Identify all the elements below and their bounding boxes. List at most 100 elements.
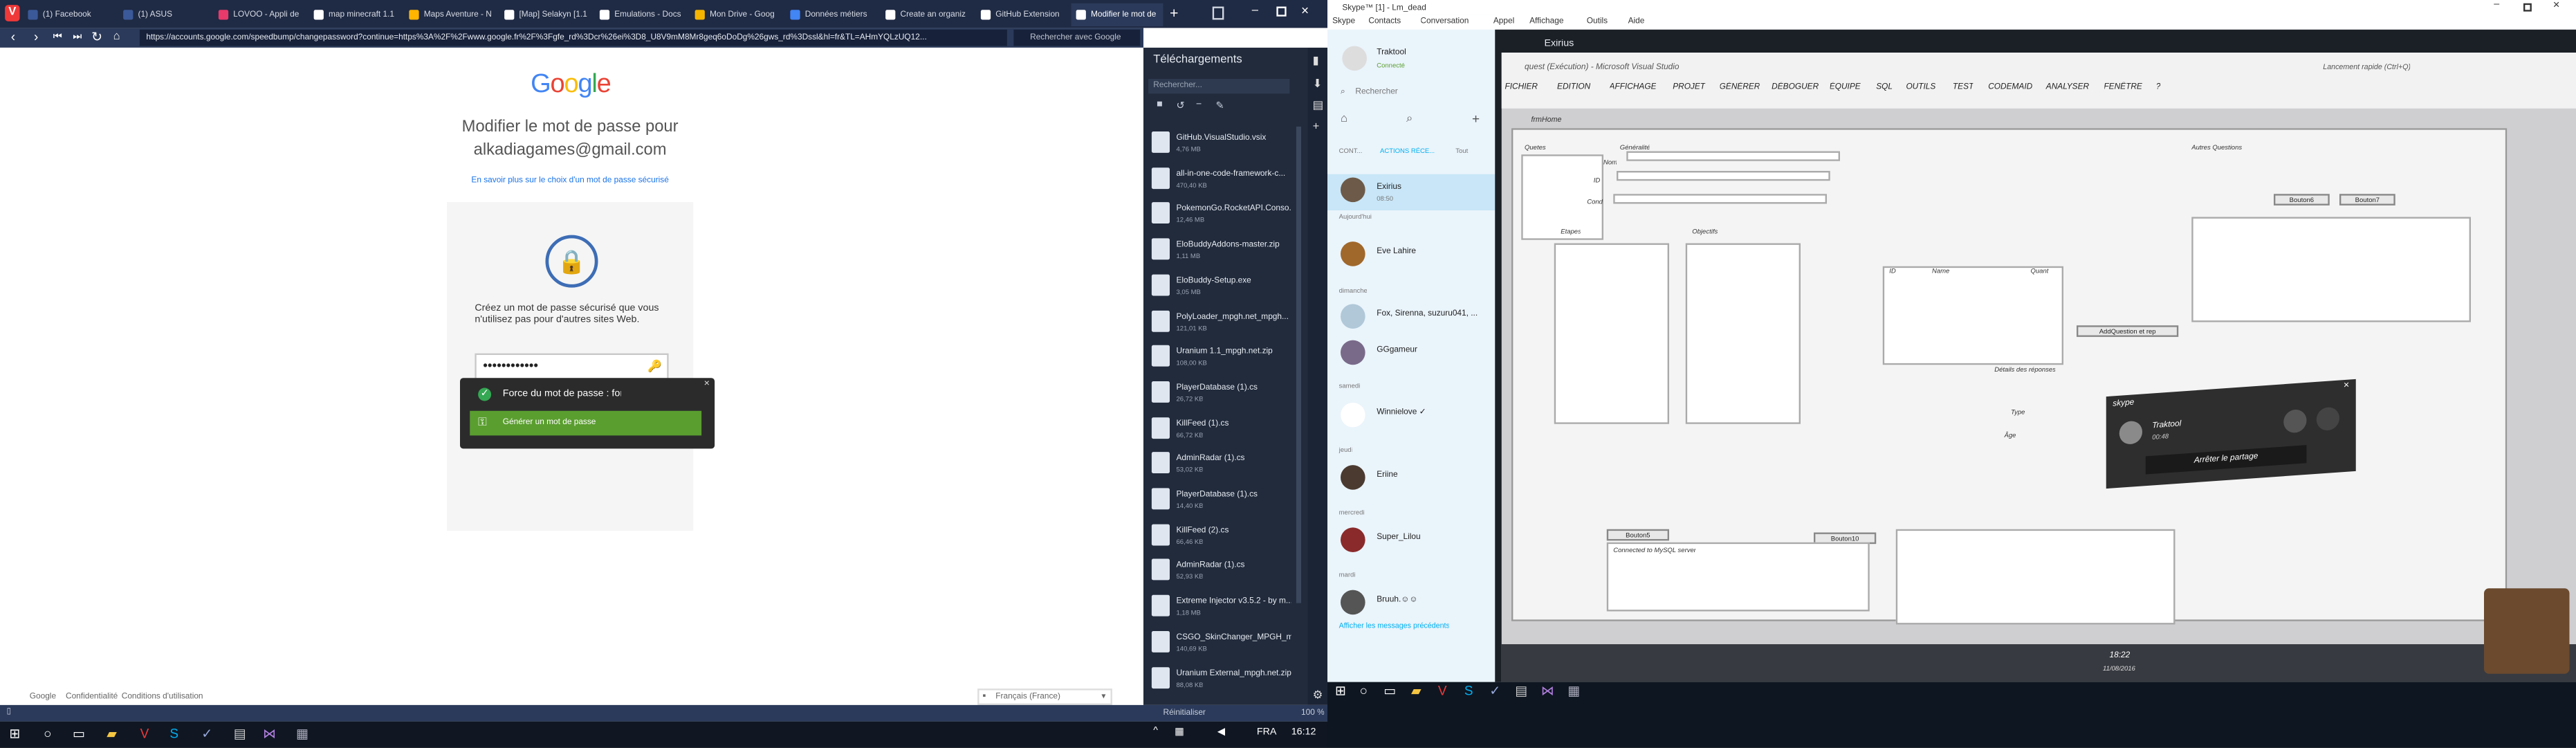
visual-studio-icon[interactable]: ⋈ [1538, 682, 1558, 702]
download-item[interactable]: PlayerDatabase (1).cs 26,72 KB [1147, 376, 1291, 411]
skype-menu-item[interactable]: Conversation [1420, 17, 1469, 26]
new-password-field[interactable]: •••••••••••• 🔑 [475, 353, 669, 380]
browser-tab[interactable]: LOVOO - Appli de [214, 3, 306, 26]
skype-menu-item[interactable]: Skype [1332, 17, 1355, 26]
browser-tab[interactable]: Données métiers [785, 3, 877, 26]
avatar[interactable] [1341, 402, 1365, 428]
retry-icon[interactable]: ↺ [1177, 100, 1185, 111]
skype-menu-item[interactable]: Aide [1628, 17, 1645, 26]
bookmark-icon[interactable]: ▮ [1313, 54, 1319, 68]
skype-icon[interactable]: S [165, 724, 185, 745]
recent-contact-name[interactable]: Bruuh.☺☺ [1377, 595, 1489, 605]
download-item[interactable]: PokemonGo.RocketAPI.Conso... 12,46 MB [1147, 198, 1291, 232]
browser-tab[interactable]: Create an organiz [881, 3, 973, 26]
browser-tab[interactable]: Emulations - Docs [595, 3, 687, 26]
back-icon[interactable]: ‹ [5, 30, 21, 46]
visual-studio-icon[interactable]: ⋈ [259, 724, 279, 745]
home-icon[interactable]: ⌂ [109, 30, 125, 46]
vivaldi-icon[interactable]: V [135, 724, 155, 745]
browser-tab[interactable]: [Map] Selakyn [1.1 [499, 3, 591, 26]
download-item[interactable]: AdminRadar (1).cs 53,02 KB [1147, 448, 1291, 482]
close-icon[interactable]: × [2553, 0, 2560, 12]
vivaldi-icon[interactable]: V [1433, 682, 1453, 702]
zoom-level[interactable]: 100 % [1301, 709, 1325, 718]
vs-menu-item[interactable]: ? [2156, 82, 2161, 92]
download-item[interactable]: CSGO_SkinChanger_MPGH_m... 140,69 KB [1147, 626, 1291, 660]
add-contact-icon[interactable]: + [1472, 112, 1480, 127]
download-item[interactable]: Extreme Injector v3.5.2 - by m... 1,18 MB [1147, 590, 1291, 625]
tab-contacts[interactable]: CONT... [1339, 146, 1363, 154]
vs-menu-item[interactable]: ANALYSER [2046, 82, 2089, 92]
input-id[interactable] [1617, 171, 1830, 181]
download-item[interactable]: PolyLoader_mpgh.net_mpgh... 121,01 KB [1147, 305, 1291, 340]
start-icon[interactable]: ⊞ [1331, 682, 1351, 702]
footer-link-google[interactable]: Google [30, 692, 56, 702]
profile-name[interactable]: Traktool [1377, 48, 1406, 57]
vs-menu-item[interactable]: ÉQUIPE [1830, 82, 1861, 92]
app-icon[interactable]: ▦ [1564, 682, 1584, 702]
search-input[interactable]: Rechercher avec Google [1013, 29, 1141, 46]
rewind-icon[interactable]: ⏮ [49, 30, 66, 46]
input-nom[interactable] [1626, 151, 1840, 161]
filter-dropdown[interactable]: Tout [1455, 146, 1468, 154]
reload-icon[interactable]: ↻ [89, 30, 105, 46]
browser-tab[interactable]: (1) ASUS [118, 3, 210, 26]
avatar[interactable] [1341, 241, 1365, 266]
vs-menu-item[interactable]: EDITION [1557, 82, 1590, 92]
browser-tab[interactable]: Maps Aventure - N [404, 3, 496, 26]
download-item[interactable]: AdminRadar (1).cs 52,93 KB [1147, 554, 1291, 589]
browser-tab[interactable]: Mon Drive - Goog [690, 3, 782, 26]
list-etapes[interactable] [1554, 243, 1669, 424]
recent-contact-name[interactable]: Super_Lilou [1377, 533, 1489, 542]
vs-menu-item[interactable]: GÉNÉRER [1720, 82, 1760, 92]
profile-status[interactable]: Connecté [1377, 61, 1405, 69]
skype-menu-item[interactable]: Contacts [1368, 17, 1401, 26]
download-item[interactable]: KillFeed (1).cs 66,72 KB [1147, 412, 1291, 446]
minimize-icon[interactable]: – [1252, 5, 1258, 17]
volume-icon[interactable]: ◀ [1217, 727, 1225, 738]
avatar[interactable] [1341, 177, 1365, 203]
mute-button[interactable] [2283, 408, 2307, 434]
download-item[interactable]: Uranium 1.1_mpgh.net.zip 108,00 KB [1147, 340, 1291, 375]
show-previous-link[interactable]: Afficher les messages précédents [1339, 621, 1450, 630]
explorer-icon[interactable]: ▰ [102, 724, 122, 745]
vs-menu-item[interactable]: AFFICHAGE [1610, 82, 1657, 92]
add-question-button[interactable]: AddQuestion et rep [2077, 325, 2179, 337]
avatar[interactable] [1341, 465, 1365, 490]
list-objectifs[interactable] [1685, 243, 1801, 424]
stop-sharing-button[interactable]: Arrêter le partage [2145, 445, 2307, 475]
avatar[interactable] [1341, 590, 1365, 615]
notes-icon[interactable]: ▤ [1313, 99, 1324, 112]
footer-link-terms[interactable]: Conditions d'utilisation [122, 692, 203, 702]
browser-tab[interactable]: map minecraft 1.1 [309, 3, 401, 26]
tab-recent[interactable]: ACTIONS RÉCE... [1380, 146, 1435, 154]
panel-toggle-icon[interactable]: ▯ [7, 706, 12, 716]
reset-label[interactable]: Réinitialiser [1163, 709, 1206, 718]
avatar[interactable] [1342, 46, 1367, 71]
recent-contact-name[interactable]: Winnielove ✓ [1377, 408, 1489, 417]
add-panel-icon[interactable]: + [1313, 122, 1320, 134]
download-item[interactable]: KillFeed (2).cs 66,46 KB [1147, 519, 1291, 554]
app-icon[interactable]: ▤ [230, 724, 250, 745]
learn-more-link[interactable]: En savoir plus sur le choix d'un mot de … [430, 176, 710, 185]
recent-contact-name[interactable]: Fox, Sirenna, suzuru041, ... [1377, 309, 1489, 319]
vs-menu-item[interactable]: OUTILS [1906, 82, 1935, 92]
browser-tab-active[interactable]: Modifier le mot de [1071, 3, 1163, 26]
home-icon[interactable]: ⌂ [1341, 113, 1347, 125]
vs-menu-item[interactable]: SQL [1876, 82, 1893, 92]
recent-contact-name[interactable]: Eve Lahire [1377, 246, 1489, 256]
key-icon[interactable]: 🔑 [647, 356, 662, 378]
vs-menu-item[interactable]: FICHIER [1505, 82, 1538, 92]
vs-menu-item[interactable]: CODEMAID [1988, 82, 2032, 92]
contacts-icon[interactable]: ⌕ [1406, 113, 1413, 127]
footer-link-privacy[interactable]: Confidentialité [66, 692, 118, 702]
input-cond[interactable] [1613, 194, 1827, 204]
browser-tab[interactable]: (1) Facebook [23, 3, 115, 26]
cortana-icon[interactable]: ○ [1354, 682, 1374, 702]
language-indicator[interactable]: FRA [1257, 728, 1277, 738]
close-icon[interactable]: × [1301, 3, 1309, 18]
form-tab[interactable]: frmHome [1531, 115, 1562, 123]
vs-menu-item[interactable]: TEST [1953, 82, 1974, 92]
close-icon[interactable]: × [704, 380, 710, 390]
explorer-icon[interactable]: ▰ [1406, 682, 1426, 702]
